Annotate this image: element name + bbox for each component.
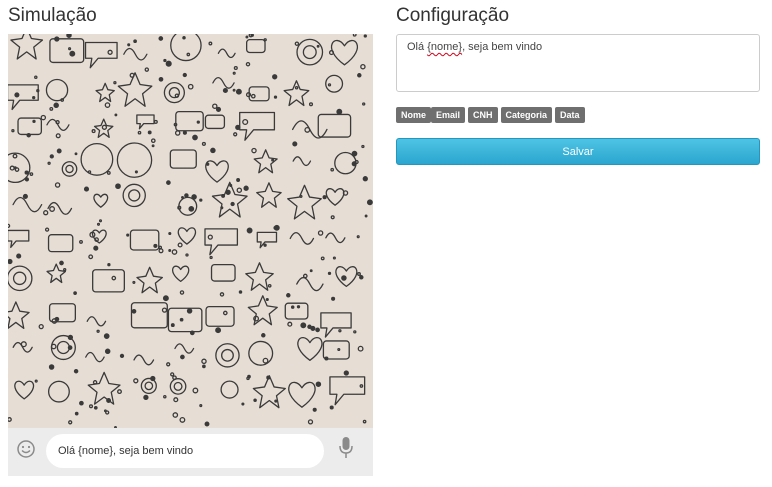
chat-input-bar: Olá {nome}, seja bem vindo bbox=[8, 428, 373, 476]
configuration-title: Configuração bbox=[396, 5, 510, 26]
tag-categoria[interactable]: Categoria bbox=[500, 107, 553, 123]
chat-simulation-panel: Olá {nome}, seja bem vindo bbox=[8, 34, 373, 476]
template-prefix: Olá bbox=[407, 41, 428, 53]
emoji-icon[interactable] bbox=[16, 439, 36, 459]
tag-cnh[interactable]: CNH bbox=[468, 107, 498, 123]
tag-data[interactable]: Data bbox=[555, 107, 585, 123]
save-button[interactable]: Salvar bbox=[396, 138, 760, 165]
simulation-title: Simulação bbox=[8, 5, 97, 26]
chat-wallpaper bbox=[8, 34, 373, 428]
message-template-field[interactable]: Olá {nome}, seja bem vindo bbox=[396, 34, 760, 92]
template-flag: {nome} bbox=[427, 41, 463, 53]
tag-email[interactable]: Email bbox=[431, 107, 466, 123]
variable-tags: Nome Email CNH Categoria Data bbox=[396, 107, 588, 123]
tag-nome[interactable]: Nome bbox=[396, 107, 432, 123]
microphone-icon[interactable] bbox=[339, 436, 353, 460]
message-preview: Olá {nome}, seja bem vindo bbox=[46, 434, 324, 468]
template-suffix: , seja bem vindo bbox=[462, 41, 543, 53]
